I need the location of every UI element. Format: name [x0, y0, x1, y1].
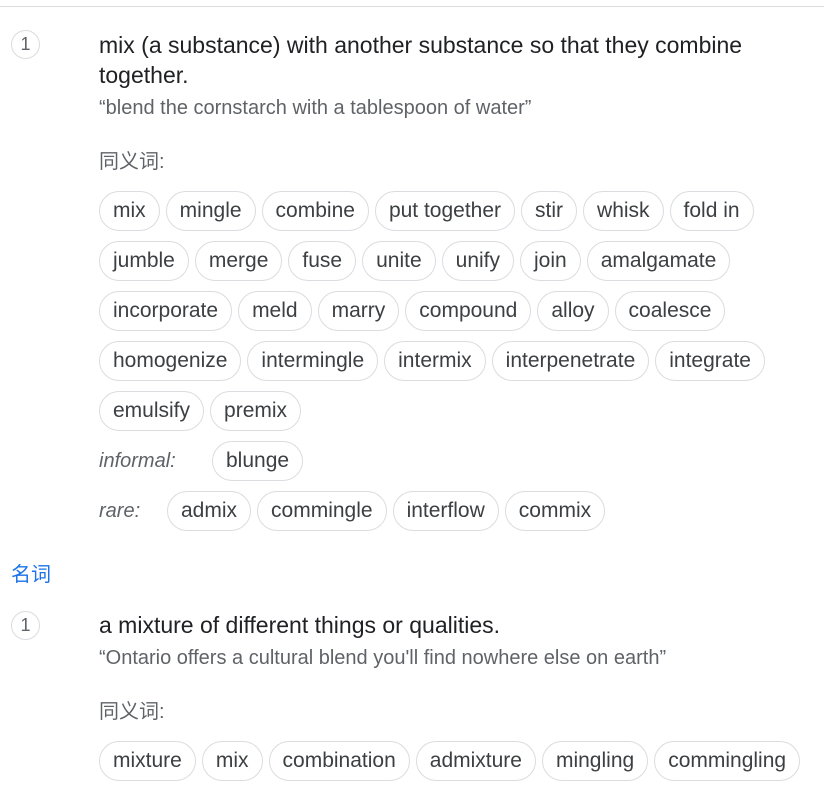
synonym-chip[interactable]: interpenetrate	[491, 341, 650, 381]
sense-number: 1	[11, 30, 40, 59]
synonym-chip[interactable]: homogenize	[99, 341, 242, 381]
synonym-chip[interactable]: meld	[238, 291, 312, 331]
synonym-chip[interactable]: incorporate	[99, 291, 233, 331]
synonym-chip[interactable]: admixture	[415, 741, 536, 781]
synonym-row: incorporate meld marry compound alloy coalesc…	[99, 291, 726, 331]
sense-number: 1	[11, 611, 40, 640]
synonym-chip[interactable]: marry	[317, 291, 400, 331]
synonym-chip[interactable]: combination	[268, 741, 410, 781]
sense-definition: a mixture of different things or qualiti…	[99, 612, 501, 638]
synonym-chip[interactable]: unify	[441, 241, 515, 281]
synonym-chip[interactable]: commingling	[654, 741, 801, 781]
synonym-chip[interactable]: put together	[374, 191, 516, 231]
synonym-row: mix mingle combine put together stir whisk fol…	[99, 191, 754, 231]
synonym-row: emulsify premix	[99, 391, 302, 431]
synonym-chip[interactable]: intermix	[384, 341, 486, 381]
synonym-chip[interactable]: premix	[210, 391, 302, 431]
divider	[0, 6, 824, 7]
synonym-chip[interactable]: mingle	[165, 191, 256, 231]
synonym-chip[interactable]: commix	[504, 491, 606, 531]
rare-synonym-row: admix commingle interflow commix	[167, 491, 606, 531]
synonym-chip[interactable]: jumble	[99, 241, 189, 281]
synonym-row: jumble merge fuse unite unify join amalgamate	[99, 241, 731, 281]
sense-definition: mix (a substance) with another substance…	[99, 32, 743, 88]
synonym-chip[interactable]: whisk	[583, 191, 664, 231]
synonym-chip[interactable]: mix	[201, 741, 263, 781]
synonym-chip[interactable]: unite	[362, 241, 436, 281]
synonym-chip[interactable]: emulsify	[99, 391, 205, 431]
synonyms-label: 同义词:	[99, 701, 165, 723]
synonym-chip[interactable]: intermingle	[247, 341, 379, 381]
synonym-chip[interactable]: stir	[521, 191, 578, 231]
synonym-chip[interactable]: fuse	[288, 241, 357, 281]
sense-example: “Ontario offers a cultural blend you'll …	[99, 647, 667, 669]
synonym-chip[interactable]: fold in	[669, 191, 754, 231]
synonym-chip[interactable]: mixture	[99, 741, 196, 781]
synonym-row: mixture mix combination admixture mingling co…	[99, 741, 801, 781]
synonym-chip[interactable]: mix	[99, 191, 160, 231]
synonym-chip[interactable]: amalgamate	[586, 241, 731, 281]
synonym-chip[interactable]: combine	[261, 191, 369, 231]
synonym-chip[interactable]: commingle	[257, 491, 387, 531]
synonym-chip[interactable]: merge	[194, 241, 283, 281]
synonym-chip[interactable]: mingling	[541, 741, 649, 781]
rare-label: rare:	[99, 500, 141, 522]
synonym-chip[interactable]: interflow	[392, 491, 499, 531]
synonym-chip[interactable]: coalesce	[614, 291, 726, 331]
informal-synonym-row: blunge	[212, 441, 304, 481]
informal-label: informal:	[99, 450, 176, 472]
synonym-chip[interactable]: integrate	[655, 341, 765, 381]
synonym-row: homogenize intermingle intermix interpenetr…	[99, 341, 765, 381]
synonym-chip[interactable]: join	[520, 241, 581, 281]
sense-example: “blend the cornstarch with a tablespoon …	[99, 97, 532, 119]
synonym-chip[interactable]: alloy	[537, 291, 609, 331]
synonyms-label: 同义词:	[99, 151, 165, 173]
synonym-chip[interactable]: compound	[405, 291, 532, 331]
synonym-chip[interactable]: blunge	[212, 441, 304, 481]
part-of-speech-label: 名词	[11, 564, 51, 586]
synonym-chip[interactable]: admix	[167, 491, 252, 531]
